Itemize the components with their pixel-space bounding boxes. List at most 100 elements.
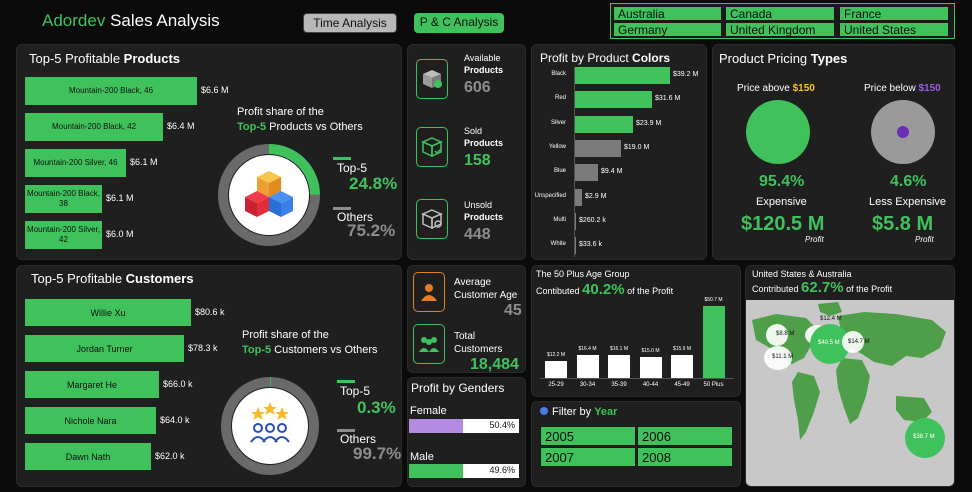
title-rest: Sales Analysis: [110, 11, 220, 30]
map-bubble-label: $12.4 M: [820, 316, 842, 322]
year-option[interactable]: 2006: [637, 426, 733, 446]
tab-time-analysis[interactable]: Time Analysis: [303, 13, 397, 33]
color-category-label: Yellow: [548, 143, 566, 150]
male-value: 49.6%: [489, 465, 515, 475]
country-option[interactable]: Canada: [725, 6, 835, 21]
color-bar: [575, 188, 582, 206]
age-bar: [545, 361, 567, 378]
bar-name: Nichole Nara: [64, 415, 117, 426]
less-expensive-profit: $5.8 M: [872, 213, 934, 235]
year-option[interactable]: 2005: [540, 426, 636, 446]
bar: Mountain-200 Silver, 46: [25, 149, 126, 177]
age-category-label: 50 Plus: [703, 382, 724, 388]
bar-name: Mountain-200 Black, 46: [68, 86, 154, 95]
bar-name: Jordan Turner: [76, 343, 133, 354]
female-value: 50.4%: [489, 420, 515, 430]
available-label: Available Products: [464, 53, 504, 75]
tab-pc-analysis[interactable]: P & C Analysis: [414, 13, 504, 33]
year-filter-title: Filter by Year: [540, 406, 617, 418]
color-bar-value: $9.4 M: [601, 168, 623, 176]
unsold-value: 448: [464, 226, 491, 243]
age-category-label: 30-34: [579, 382, 596, 388]
male-bar-fill: [409, 464, 463, 478]
age-bar-value: $12.2 M: [546, 352, 566, 358]
country-option[interactable]: Australia: [613, 6, 722, 21]
bar: Mountain-200 Black, 38: [25, 185, 102, 213]
age-category-label: 35-39: [611, 382, 627, 388]
bar: Mountain-200 Black, 46: [25, 77, 197, 105]
bar: Nichole Nara: [25, 407, 156, 434]
expensive-profit-caption: Profit: [805, 235, 824, 244]
color-bar-value: $260.2 k: [579, 216, 606, 224]
age-category-label: 45-49: [674, 382, 690, 388]
unsold-label: Unsold Products: [464, 200, 504, 222]
bar-value: $80.6 k: [195, 306, 225, 317]
female-bar-fill: [409, 419, 464, 433]
customers-top-marker: [337, 380, 355, 383]
year-filter-panel: Filter by Year 2005 2006 2007 2008: [531, 401, 741, 487]
age-category-label: 25-29: [548, 382, 564, 388]
age-bar-value: $15.0 M: [641, 348, 660, 354]
sold-box-icon: [416, 127, 448, 167]
less-expensive-label: Less Expensive: [869, 196, 947, 208]
country-option[interactable]: France: [839, 6, 949, 21]
map-bubble-label: $38.7 M: [913, 434, 935, 440]
available-value: 606: [464, 79, 491, 96]
products-others-value: 75.2%: [347, 221, 396, 240]
expensive-percent: 95.4%: [759, 173, 805, 190]
bar-name: Mountain-200 Black, 42: [51, 122, 137, 131]
country-option[interactable]: United Kingdom: [725, 22, 835, 37]
bar-name: Dawn Nath: [65, 451, 111, 462]
color-bar: [575, 237, 576, 255]
color-category-label: Black: [551, 71, 566, 77]
bar: Margaret He: [25, 371, 159, 398]
year-option[interactable]: 2007: [540, 447, 636, 467]
person-icon: [413, 272, 445, 312]
year-option[interactable]: 2008: [637, 447, 733, 467]
age-bar-value: $16.4 M: [578, 346, 597, 352]
female-bar-track: 50.4%: [409, 419, 519, 433]
bar-value: $6.4 M: [167, 121, 195, 131]
color-bar-value: $39.2 M: [673, 71, 699, 78]
country-slicer: Australia Canada France Germany United K…: [610, 3, 955, 39]
year-slicer: 2005 2006 2007 2008: [540, 426, 734, 468]
bar-value: $6.1 M: [130, 157, 158, 167]
colors-chart-panel: Profit by Product Colors Black $39.2 M Red…: [531, 44, 707, 260]
product-kpis-panel: Available Products 606 Sold Products 158 U…: [407, 44, 526, 260]
age-bar-value: $15.9 M: [672, 346, 692, 352]
color-category-label: Red: [554, 95, 566, 102]
color-category-label: White: [550, 241, 566, 248]
map-bubble-label: $14.7 M: [848, 339, 870, 345]
country-option[interactable]: United States: [839, 22, 949, 37]
color-bar: [575, 139, 621, 157]
avg-age-label: Average Customer Age: [454, 277, 518, 301]
less-expensive-circle: [871, 100, 935, 164]
bar-value: $6.1 M: [106, 193, 134, 203]
genders-panel: Profit by Genders Female 50.4% Male 49.6…: [407, 377, 526, 487]
bar-value: $6.0 M: [106, 229, 134, 239]
products-top-marker: [333, 157, 351, 160]
color-bar-value: $19.0 M: [624, 143, 650, 151]
sold-value: 158: [464, 152, 491, 169]
male-label: Male: [410, 451, 434, 463]
sold-label: Sold Products: [464, 126, 504, 148]
color-bar: [575, 91, 652, 109]
expensive-profit: $120.5 M: [741, 213, 825, 235]
color-category-label: Blue: [553, 168, 566, 175]
map-bubble-label: $40.5 M: [818, 340, 840, 346]
age-bar: [608, 355, 630, 378]
bar: Mountain-200 Silver, 42: [25, 221, 102, 249]
less-expensive-dot: [897, 126, 909, 138]
colors-chart-title: Profit by Product Colors: [540, 51, 671, 65]
page-title: Adordev Sales Analysis: [42, 10, 220, 32]
products-share-caption: Profit share of the Top-5 Products vs Ot…: [237, 106, 363, 133]
year-filter-bullet-icon: [540, 407, 548, 415]
color-bar-value: $33.6 k: [579, 241, 602, 249]
country-option[interactable]: Germany: [613, 22, 722, 37]
less-expensive-percent: 4.6%: [890, 173, 927, 190]
customers-others-value: 99.7%: [353, 444, 402, 463]
age-chart-subtitle: Contibuted 40.2% of the Profit: [536, 281, 674, 298]
expensive-circle: [746, 100, 810, 164]
products-top-value: 24.8%: [349, 174, 398, 193]
products-title: Top-5 Profitable Products: [29, 51, 181, 66]
